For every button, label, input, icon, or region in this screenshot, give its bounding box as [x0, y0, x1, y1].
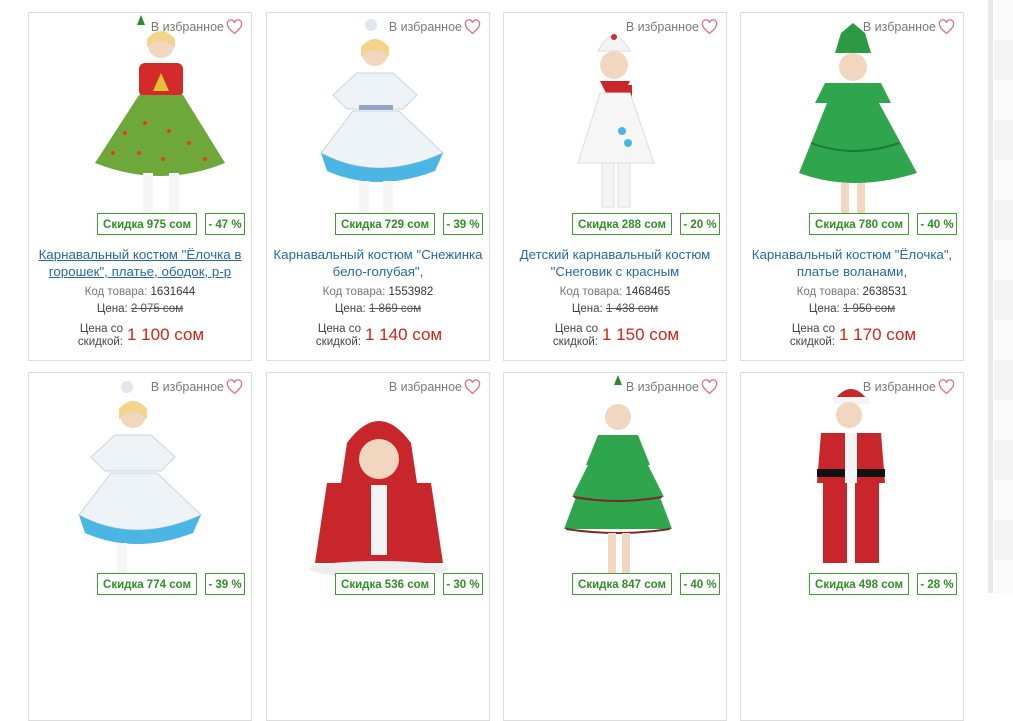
product-title-link[interactable]: Карнавальный костюм "Ёлочка в горошек", …	[35, 246, 245, 278]
background-pattern	[994, 0, 1013, 593]
heart-icon	[226, 19, 243, 35]
discount-badge: Скидка 774 сом	[97, 573, 197, 595]
sale-label: Цена со скидкой:	[77, 323, 123, 348]
sale-price: 1 100 сом	[127, 325, 205, 344]
add-to-favorites[interactable]: В избранное	[151, 379, 243, 395]
old-price-row: Цена: 2 075 сом	[29, 303, 251, 315]
discount-badge: Скидка 975 сом	[97, 213, 197, 235]
old-price: 2 075 сом	[130, 303, 184, 315]
heart-icon	[464, 379, 481, 395]
old-price-row: Цена: 1 438 сом	[504, 303, 726, 315]
discount-badge: Скидка 780 сом	[809, 213, 909, 235]
old-price: 1 950 сом	[842, 303, 896, 315]
product-card[interactable]: В избранное Скидка 774 сом - 39 %	[28, 372, 252, 721]
sale-label: Цена со скидкой:	[552, 323, 598, 348]
old-price-row: Цена: 1 950 сом	[741, 303, 963, 315]
price-label: Цена:	[96, 303, 128, 315]
add-to-favorites[interactable]: В избранное	[389, 19, 481, 35]
product-card[interactable]: В избранное Скидка 975 сом - 47 % Карнав…	[28, 12, 252, 361]
percent-badge: - 30 %	[443, 573, 483, 595]
add-to-favorites[interactable]: В избранное	[626, 379, 718, 395]
product-code: 1553982	[388, 286, 434, 298]
percent-badge: - 39 %	[205, 573, 245, 595]
favorites-label: В избранное	[862, 20, 936, 34]
sale-price-row: Цена со скидкой: 1 150 сом	[504, 323, 726, 353]
favorites-label: В избранное	[388, 380, 462, 394]
percent-badge: - 47 %	[205, 213, 245, 235]
code-label: Код товара:	[796, 286, 860, 298]
product-code: 1468465	[625, 286, 671, 298]
heart-icon	[464, 19, 481, 35]
price-label: Цена:	[808, 303, 840, 315]
product-code: 1631644	[150, 286, 196, 298]
discount-badge: Скидка 498 сом	[809, 573, 909, 595]
product-image[interactable]	[741, 373, 964, 603]
page-scrollbar[interactable]	[988, 0, 993, 593]
favorites-label: В избранное	[150, 380, 224, 394]
product-image[interactable]	[267, 13, 490, 243]
product-image[interactable]	[267, 373, 490, 603]
heart-icon	[701, 19, 718, 35]
sale-price-row: Цена со скидкой: 1 100 сом	[29, 323, 251, 353]
code-label: Код товара:	[322, 286, 386, 298]
product-card[interactable]: В избранное Скидка 288 сом - 20 % Детски…	[503, 12, 727, 361]
product-image[interactable]	[504, 13, 727, 243]
discount-badge: Скидка 288 сом	[572, 213, 672, 235]
sale-price: 1 140 сом	[365, 325, 443, 344]
code-label: Код товара:	[84, 286, 148, 298]
percent-badge: - 40 %	[680, 573, 720, 595]
add-to-favorites[interactable]: В избранное	[863, 19, 955, 35]
favorites-label: В избранное	[862, 380, 936, 394]
product-code-row: Код товара: 1468465	[504, 286, 726, 298]
percent-badge: - 28 %	[917, 573, 957, 595]
percent-badge: - 40 %	[917, 213, 957, 235]
code-label: Код товара:	[559, 286, 623, 298]
heart-icon	[938, 19, 955, 35]
product-card[interactable]: В избранное Скидка 536 сом - 30 %	[266, 372, 490, 721]
heart-icon	[701, 379, 718, 395]
product-title-link[interactable]: Карнавальный костюм "Снежинка бело-голуб…	[273, 246, 483, 278]
percent-badge: - 39 %	[443, 213, 483, 235]
product-card[interactable]: В избранное Скидка 847 сом - 40 %	[503, 372, 727, 721]
sale-price: 1 150 сом	[602, 325, 680, 344]
add-to-favorites[interactable]: В избранное	[863, 379, 955, 395]
sale-price-row: Цена со скидкой: 1 140 сом	[267, 323, 489, 353]
old-price: 1 438 сом	[605, 303, 659, 315]
product-title-link[interactable]: Карнавальный костюм "Ёлочка", платье вол…	[747, 246, 957, 278]
favorites-label: В избранное	[625, 20, 699, 34]
product-image[interactable]	[504, 373, 727, 603]
product-code-row: Код товара: 1553982	[267, 286, 489, 298]
sale-price-row: Цена со скидкой: 1 170 сом	[741, 323, 963, 353]
old-price: 1 869 сом	[368, 303, 422, 315]
favorites-label: В избранное	[388, 20, 462, 34]
heart-icon	[226, 379, 243, 395]
sale-label: Цена со скидкой:	[315, 323, 361, 348]
product-code-row: Код товара: 1631644	[29, 286, 251, 298]
sale-price: 1 170 сом	[839, 325, 917, 344]
product-title-link[interactable]: Детский карнавальный костюм "Снеговик с …	[510, 246, 720, 278]
product-code-row: Код товара: 2638531	[741, 286, 963, 298]
add-to-favorites[interactable]: В избранное	[151, 19, 243, 35]
add-to-favorites[interactable]: В избранное	[389, 379, 481, 395]
product-image[interactable]	[29, 13, 252, 243]
product-card[interactable]: В избранное Скидка 498 сом - 28 %	[740, 372, 964, 721]
product-image[interactable]	[29, 373, 252, 603]
discount-badge: Скидка 536 сом	[335, 573, 435, 595]
product-card[interactable]: В избранное Скидка 780 сом - 40 % Карнав…	[740, 12, 964, 361]
old-price-row: Цена: 1 869 сом	[267, 303, 489, 315]
discount-badge: Скидка 847 сом	[572, 573, 672, 595]
price-label: Цена:	[334, 303, 366, 315]
favorites-label: В избранное	[150, 20, 224, 34]
product-card[interactable]: В избранное Скидка 729 сом - 39 % Карнав…	[266, 12, 490, 361]
product-code: 2638531	[862, 286, 908, 298]
percent-badge: - 20 %	[680, 213, 720, 235]
add-to-favorites[interactable]: В избранное	[626, 19, 718, 35]
favorites-label: В избранное	[625, 380, 699, 394]
discount-badge: Скидка 729 сом	[335, 213, 435, 235]
product-image[interactable]	[741, 13, 964, 243]
price-label: Цена:	[571, 303, 603, 315]
sale-label: Цена со скидкой:	[789, 323, 835, 348]
heart-icon	[938, 379, 955, 395]
